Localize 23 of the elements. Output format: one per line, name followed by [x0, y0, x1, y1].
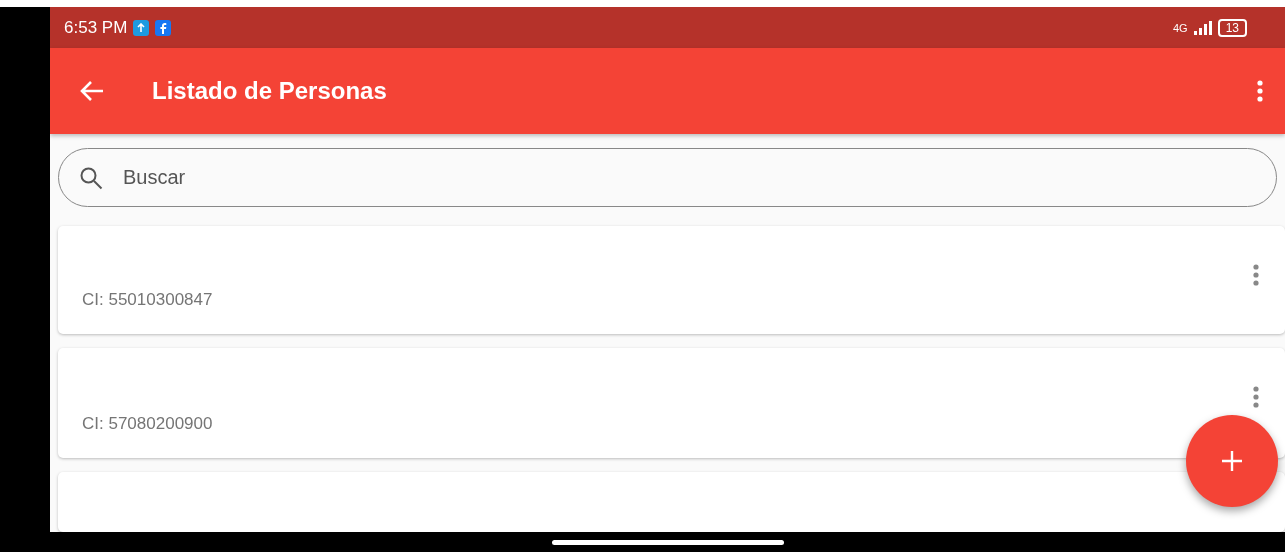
more-vertical-icon [1253, 264, 1259, 286]
plus-icon [1221, 450, 1243, 472]
card-menu-button[interactable] [1253, 264, 1259, 286]
search-field[interactable]: Buscar [121, 165, 1256, 190]
search-icon [79, 165, 103, 190]
search-bar[interactable]: Buscar [58, 148, 1277, 207]
person-card[interactable]: CI: 57080200900 [58, 348, 1285, 458]
upload-notification-icon [133, 19, 150, 36]
person-card[interactable]: CI: 55010300847 [58, 226, 1285, 334]
back-button[interactable] [80, 80, 104, 102]
signal-icon [1193, 20, 1212, 35]
network-type-label: 4G [1172, 21, 1188, 34]
person-ci: CI: 55010300847 [82, 290, 214, 310]
more-vertical-icon [1257, 80, 1263, 102]
page-title: Listado de Personas [152, 77, 387, 105]
more-vertical-icon [1253, 386, 1259, 408]
status-time: 6:53 PM [64, 17, 128, 38]
person-ci: CI: 57080200900 [82, 414, 214, 434]
f-notification-icon [155, 19, 172, 36]
more-options-button[interactable] [1257, 80, 1263, 102]
card-menu-button[interactable] [1253, 386, 1259, 408]
home-indicator[interactable] [551, 539, 784, 545]
battery-indicator: 13 [1217, 18, 1247, 37]
